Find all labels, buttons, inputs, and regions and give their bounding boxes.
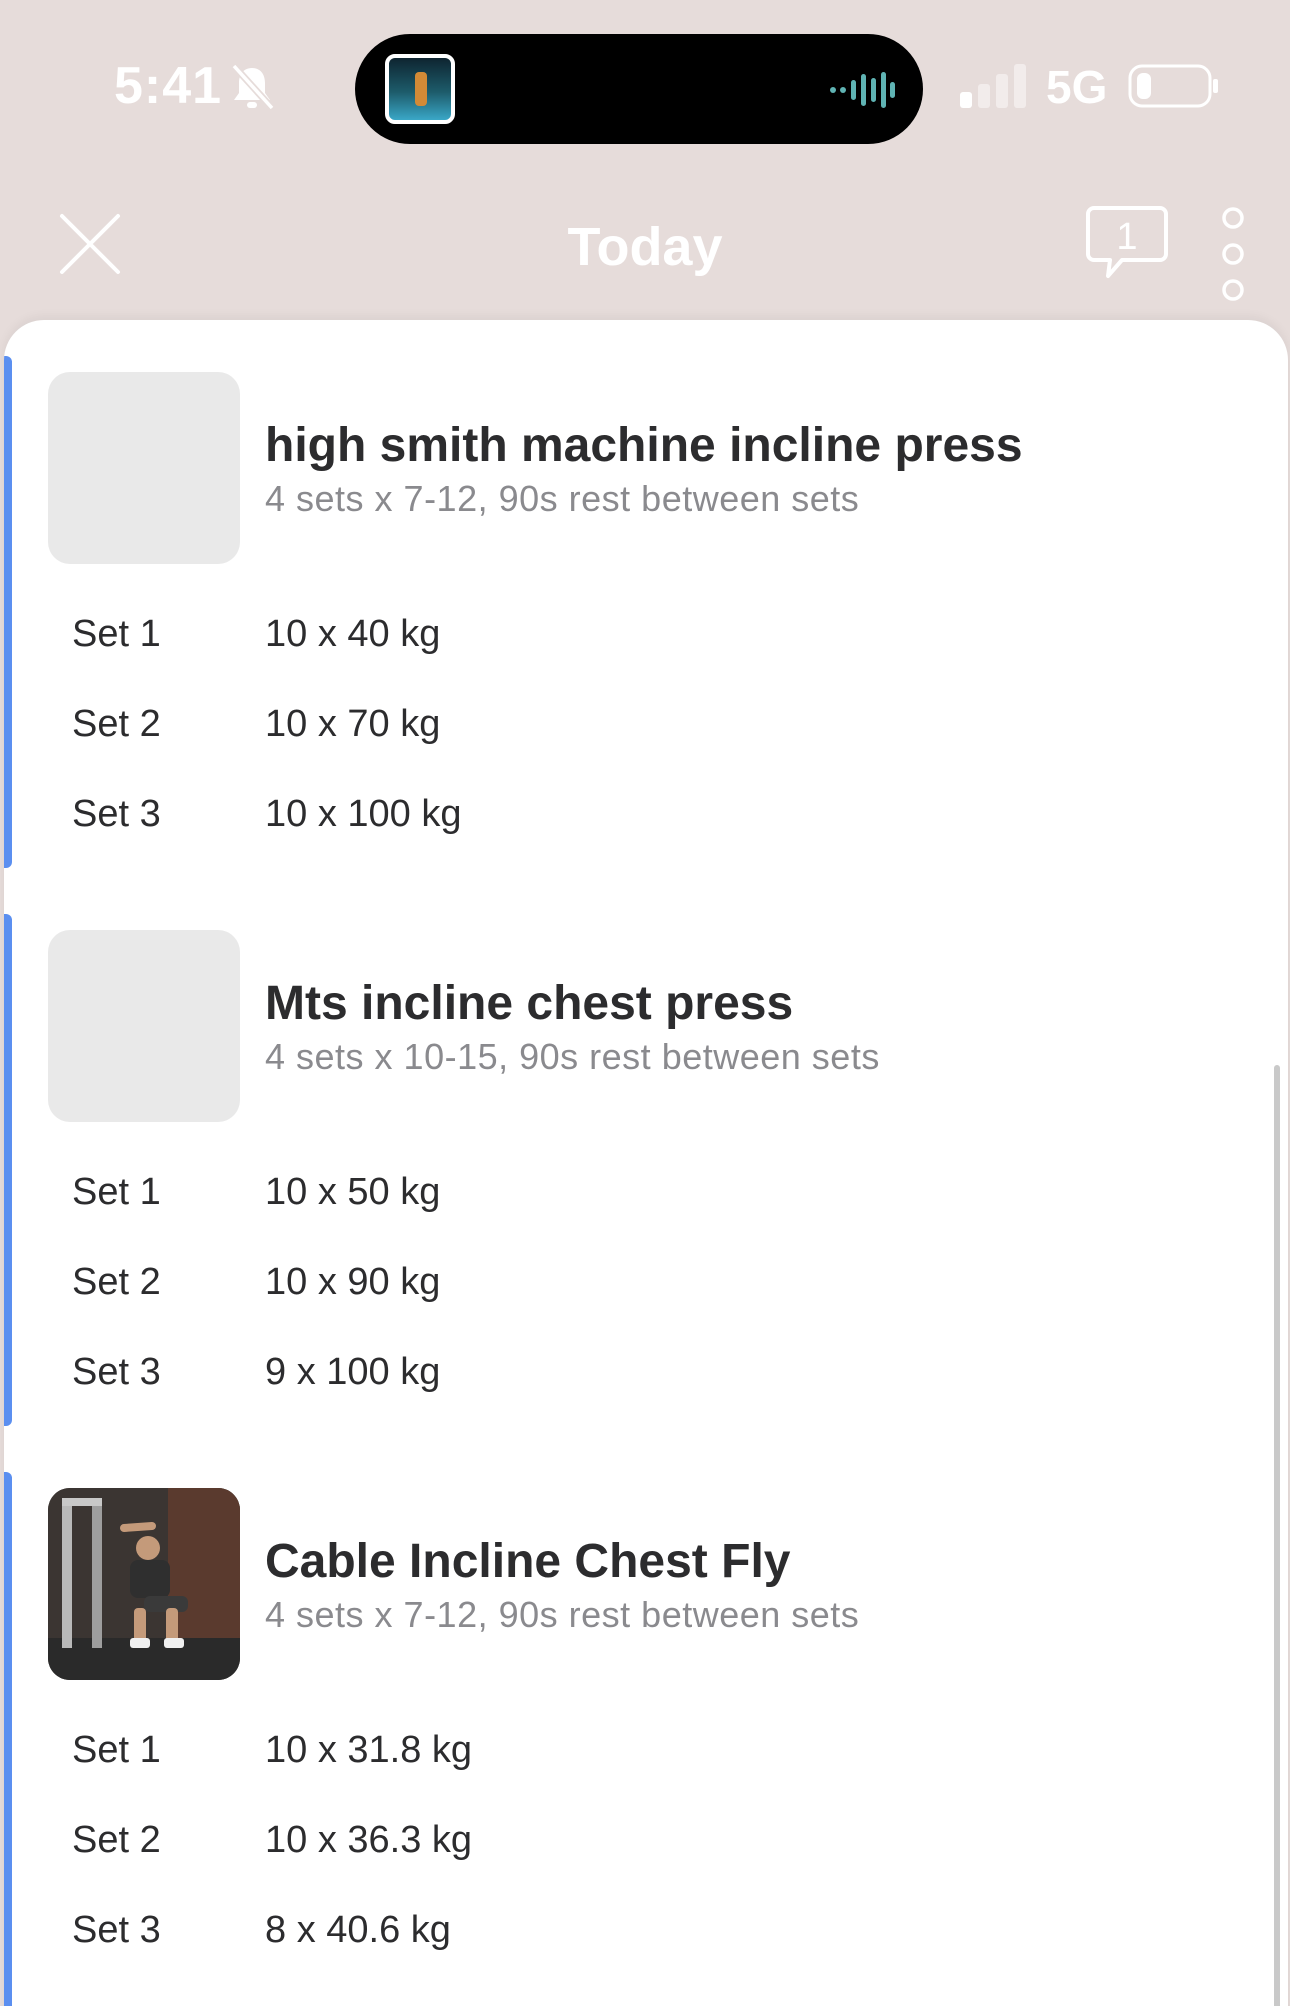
exercise-photo-image [48,1488,240,1680]
set-row[interactable]: Set 1 10 x 40 kg [4,613,1204,673]
set-row[interactable]: Set 1 10 x 50 kg [4,1171,1204,1231]
exercise-accent-bar [4,914,12,1426]
set-label: Set 1 [72,613,161,655]
exercise-thumbnail[interactable] [48,1488,240,1680]
exercise-name: Cable Incline Chest Fly [265,1535,791,1588]
set-value: 10 x 36.3 kg [265,1819,473,1861]
set-row[interactable]: Set 3 10 x 100 kg [4,793,1204,853]
set-row[interactable]: Set 2 10 x 90 kg [4,1261,1204,1321]
workout-sheet[interactable]: high smith machine incline press 4 sets … [4,320,1288,2006]
set-value: 10 x 70 kg [265,703,441,745]
status-time: 5:41 [114,57,223,115]
exercise-card[interactable]: high smith machine incline press 4 sets … [4,356,1288,868]
waveform-icon [830,72,895,108]
set-value: 10 x 40 kg [265,613,441,655]
now-playing-artwork [385,54,455,124]
set-value: 10 x 100 kg [265,793,462,835]
status-bar: 5:41 5G [0,0,1290,160]
battery-icon [1128,64,1218,108]
set-row[interactable]: Set 3 9 x 100 kg [4,1351,1204,1411]
set-value: 8 x 40.6 kg [265,1909,451,1951]
comments-button[interactable]: 1 [1086,204,1168,282]
more-options-icon[interactable] [1216,204,1250,304]
set-row[interactable]: Set 3 8 x 40.6 kg [4,1909,1204,1969]
set-label: Set 2 [72,703,161,745]
set-label: Set 2 [72,1819,161,1861]
network-type: 5G [1046,61,1108,113]
signal-icon [960,64,1026,108]
comment-count: 1 [1116,216,1138,258]
set-label: Set 2 [72,1261,161,1303]
set-value: 9 x 100 kg [265,1351,441,1393]
exercise-thumbnail[interactable] [48,372,240,564]
exercise-accent-bar [4,356,12,868]
set-value: 10 x 90 kg [265,1261,441,1303]
exercise-name: Mts incline chest press [265,977,794,1030]
set-label: Set 1 [72,1729,161,1771]
set-label: Set 1 [72,1171,161,1213]
set-label: Set 3 [72,1351,161,1393]
set-row[interactable]: Set 1 10 x 31.8 kg [4,1729,1204,1789]
set-value: 10 x 50 kg [265,1171,441,1213]
exercise-description: 4 sets x 10-15, 90s rest between sets [265,1036,880,1077]
exercise-description: 4 sets x 7-12, 90s rest between sets [265,1594,860,1635]
exercise-card[interactable]: Mts incline chest press 4 sets x 10-15, … [4,914,1288,1426]
exercise-card[interactable]: Cable Incline Chest Fly 4 sets x 7-12, 9… [4,1472,1288,2006]
set-label: Set 3 [72,793,161,835]
set-row[interactable]: Set 2 10 x 70 kg [4,703,1204,763]
dynamic-island[interactable] [355,34,923,144]
set-value: 10 x 31.8 kg [265,1729,473,1771]
exercise-thumbnail[interactable] [48,930,240,1122]
bell-muted-icon [231,63,275,111]
exercise-name: high smith machine incline press [265,419,1023,472]
scrollbar[interactable] [1274,1065,1280,2006]
exercise-description: 4 sets x 7-12, 90s rest between sets [265,478,860,519]
nav-bar: Today 1 [0,160,1290,320]
set-row[interactable]: Set 2 10 x 36.3 kg [4,1819,1204,1879]
set-label: Set 3 [72,1909,161,1951]
